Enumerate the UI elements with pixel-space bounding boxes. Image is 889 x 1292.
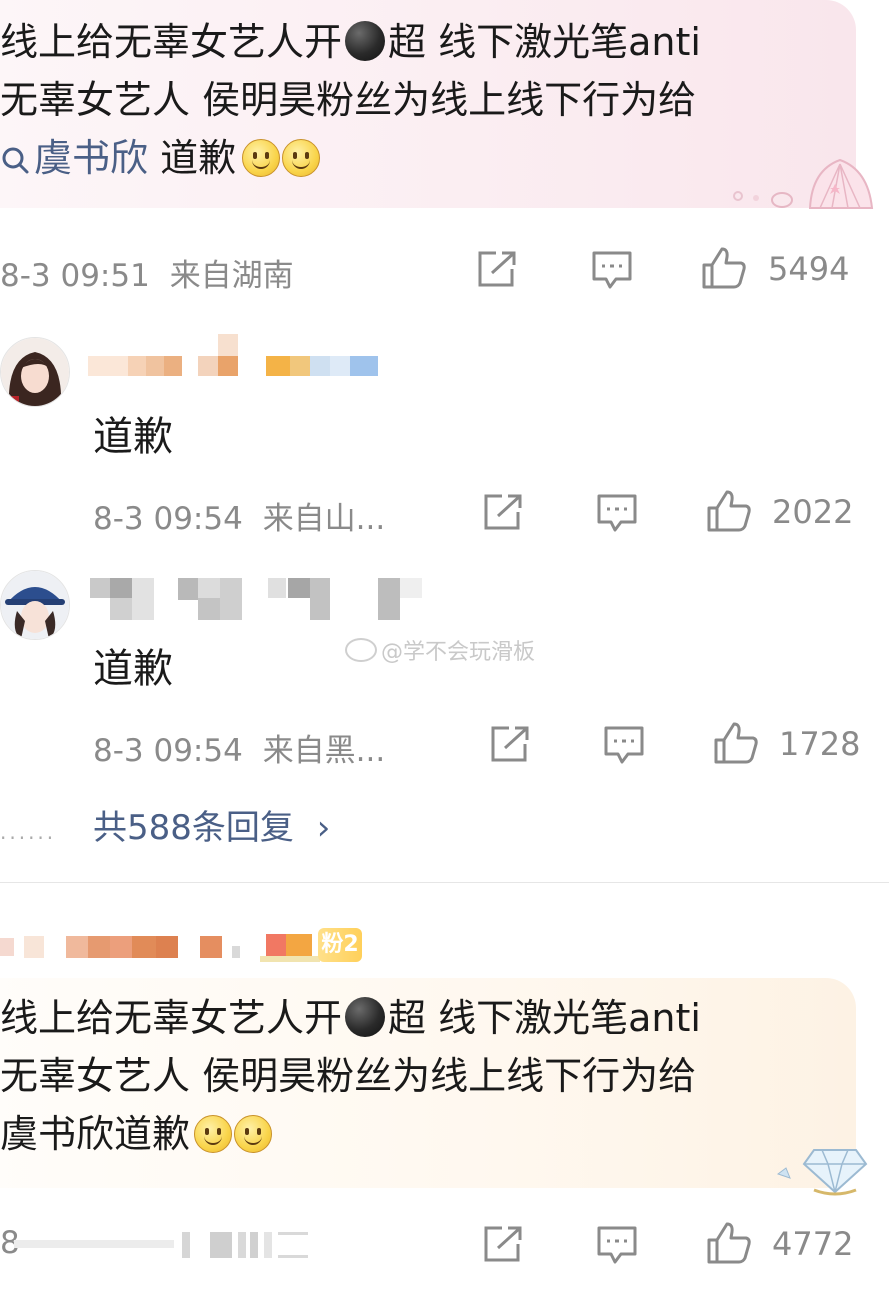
replies-label: 共588条回复 — [93, 808, 294, 848]
fan-level-badge: 粉2 — [318, 928, 362, 962]
watermark-text: @学不会玩滑板 — [381, 640, 536, 665]
topic-link[interactable]: 虞书欣 — [0, 136, 148, 180]
like-icon[interactable] — [712, 720, 760, 766]
black-circle-emoji — [345, 997, 386, 1037]
weibo-logo-icon — [345, 638, 377, 662]
comment-location: 来自山... — [262, 501, 386, 537]
smile-emoji — [194, 1115, 233, 1153]
post-text-part: 道歉 — [148, 136, 237, 180]
comment-meta: 8-3 09:54 来自黑... — [93, 725, 385, 770]
post-text-line-3: 虞书欣 道歉 — [0, 132, 321, 184]
avatar[interactable] — [0, 570, 70, 640]
black-circle-emoji — [345, 21, 386, 61]
comment-meta: 8-3 09:54 来自山... — [93, 493, 385, 538]
topic-label: 虞书欣 — [34, 136, 149, 180]
post-meta: 8-3 09:51 来自湖南 — [0, 250, 294, 295]
username-redacted[interactable] — [88, 334, 388, 380]
comment-text: 道歉 — [93, 646, 173, 692]
comment-time: 8-3 09:54 — [93, 501, 243, 537]
more-dots: ...... — [0, 820, 57, 844]
username-redacted[interactable] — [88, 576, 448, 624]
post-text-line-1: 线上给无辜女艺人开 超 线下激光笔anti — [0, 992, 701, 1044]
post-text-part: 线上给无辜女艺人开 — [0, 996, 343, 1040]
chevron-right-icon: › — [316, 808, 331, 848]
shell-decoration-icon — [733, 158, 874, 209]
divider — [0, 882, 889, 883]
comment-icon[interactable] — [602, 724, 646, 766]
post-text-part: 线上给无辜女艺人开 — [0, 20, 343, 64]
post-text-line-3: 虞书欣道歉 — [0, 1108, 273, 1160]
view-replies-link[interactable]: 共588条回复 › — [93, 800, 330, 849]
like-icon[interactable] — [700, 245, 748, 291]
post-text-line-2: 无辜女艺人 侯明昊粉丝为线上线下行为给 — [0, 78, 697, 122]
smile-emoji — [234, 1115, 273, 1153]
post-text-line-1: 线上给无辜女艺人开 超 线下激光笔anti — [0, 16, 701, 68]
share-icon[interactable] — [482, 492, 526, 532]
comment-icon[interactable] — [595, 492, 639, 534]
comment-location: 来自黑... — [262, 733, 386, 769]
comment-like-count: 2022 — [772, 493, 854, 531]
like-icon[interactable] — [705, 1220, 753, 1266]
smile-emoji — [282, 139, 321, 177]
post-text-part: 虞书欣道歉 — [0, 1112, 191, 1156]
post-like-count: 4772 — [772, 1225, 854, 1263]
like-icon[interactable] — [705, 488, 753, 534]
post-text-part: 超 线下激光笔anti — [388, 20, 701, 64]
search-icon — [2, 147, 29, 174]
meta-redacted — [14, 1232, 308, 1258]
smile-emoji — [242, 139, 281, 177]
comment-icon[interactable] — [590, 249, 634, 291]
share-icon[interactable] — [489, 724, 533, 764]
share-icon[interactable] — [482, 1224, 526, 1264]
post-text-line-2: 无辜女艺人 侯明昊粉丝为线上线下行为给 — [0, 1054, 697, 1098]
avatar[interactable] — [0, 337, 70, 407]
post-time: 8-3 09:51 — [0, 258, 150, 294]
comment-text: 道歉 — [93, 414, 173, 460]
post-location: 来自湖南 — [169, 258, 294, 294]
comment-icon[interactable] — [595, 1224, 639, 1266]
post-like-count: 5494 — [768, 250, 850, 288]
diamond-decoration-icon — [776, 1149, 868, 1196]
username-redacted[interactable] — [0, 926, 330, 966]
watermark: @学不会玩滑板 — [345, 634, 535, 666]
post-text-part: 超 线下激光笔anti — [388, 996, 701, 1040]
comment-like-count: 1728 — [779, 725, 861, 763]
comment-time: 8-3 09:54 — [93, 733, 243, 769]
share-icon[interactable] — [476, 249, 520, 289]
